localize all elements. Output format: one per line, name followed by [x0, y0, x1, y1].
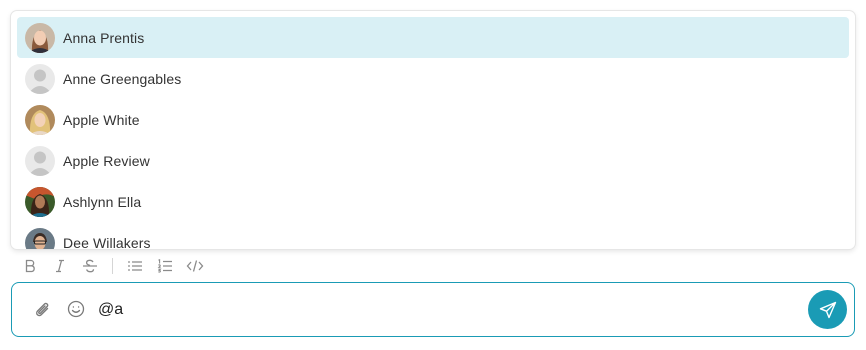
mention-name: Dee Willakers — [63, 234, 151, 250]
bullet-list-icon[interactable] — [125, 256, 145, 276]
send-icon — [819, 301, 836, 318]
avatar-placeholder-icon — [25, 63, 55, 94]
mention-item-ashlynn-ella[interactable]: Ashlynn Ella — [17, 181, 849, 222]
numbered-list-icon[interactable] — [155, 256, 175, 276]
avatar-photo — [25, 22, 55, 53]
emoji-icon[interactable] — [65, 298, 87, 320]
italic-icon[interactable] — [50, 256, 70, 276]
mention-item-apple-white[interactable]: Apple White — [17, 99, 849, 140]
mention-item-anna-prentis[interactable]: Anna Prentis — [17, 17, 849, 58]
mention-name: Apple White — [63, 111, 140, 128]
mention-item-dee-willakers[interactable]: Dee Willakers — [17, 222, 849, 249]
send-button[interactable] — [808, 290, 847, 329]
mention-suggestions: Anna Prentis Anne Greengables Apple Whit… — [11, 11, 855, 249]
avatar-photo — [25, 186, 55, 217]
bold-icon[interactable] — [20, 256, 40, 276]
paperclip-icon[interactable] — [32, 299, 54, 321]
mention-name: Anna Prentis — [63, 29, 145, 46]
mention-item-anne-greengables[interactable]: Anne Greengables — [17, 58, 849, 99]
avatar-photo — [25, 227, 55, 249]
strikethrough-icon[interactable] — [80, 256, 100, 276]
mention-name: Anne Greengables — [63, 70, 182, 87]
mention-name: Ashlynn Ella — [63, 193, 142, 210]
avatar-photo — [25, 104, 55, 135]
message-input[interactable] — [98, 297, 788, 323]
mention-item-apple-review[interactable]: Apple Review — [17, 140, 849, 181]
toolbar-divider — [112, 258, 113, 274]
format-toolbar — [20, 256, 215, 276]
avatar-placeholder-icon — [25, 145, 55, 176]
code-icon[interactable] — [185, 256, 205, 276]
mention-name: Apple Review — [63, 152, 150, 169]
message-composer — [11, 282, 855, 337]
